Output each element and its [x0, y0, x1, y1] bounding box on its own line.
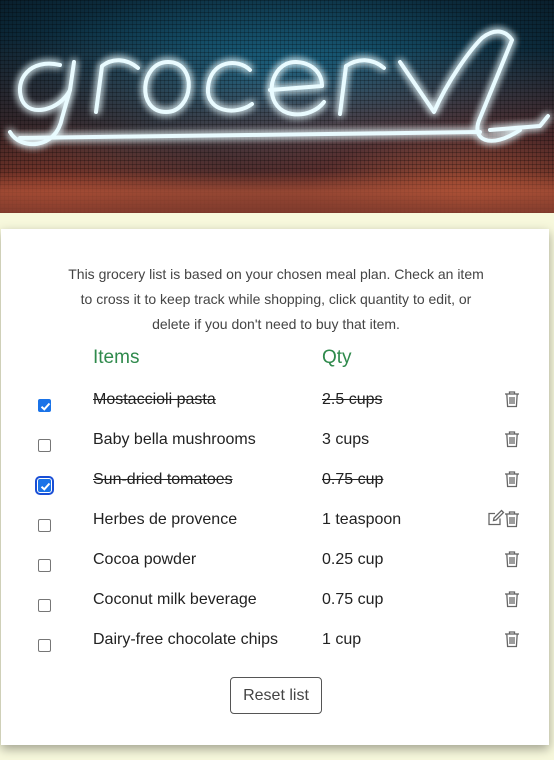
item-checkbox[interactable]	[38, 439, 51, 452]
item-checkbox[interactable]	[38, 399, 51, 412]
trash-icon[interactable]	[504, 390, 520, 408]
list-item: Dairy-free chocolate chips 1 cup	[1, 629, 549, 669]
trash-icon[interactable]	[504, 550, 520, 568]
item-checkbox[interactable]	[38, 559, 51, 572]
item-name: Sun-dried tomatoes	[93, 471, 233, 488]
trash-icon[interactable]	[504, 430, 520, 448]
hero-banner: grocery	[0, 0, 554, 213]
column-header-items: Items	[93, 347, 140, 368]
list-item: Baby bella mushrooms 3 cups	[1, 429, 549, 469]
item-name: Coconut milk beverage	[93, 591, 257, 608]
list-item: Mostaccioli pasta 2.5 cups	[1, 389, 549, 429]
edit-icon[interactable]	[487, 509, 505, 527]
intro-text: This grocery list is based on your chose…	[68, 266, 484, 332]
grocery-card: This grocery list is based on your chose…	[1, 229, 549, 745]
item-qty[interactable]: 0.25 cup	[322, 551, 383, 569]
neon-sign: grocery	[0, 0, 550, 147]
item-qty[interactable]: 0.75 cup	[322, 591, 383, 609]
item-qty[interactable]: 3 cups	[322, 431, 369, 449]
check-icon	[40, 402, 51, 411]
list-item: Cocoa powder 0.25 cup	[1, 549, 549, 589]
item-checkbox[interactable]	[38, 519, 51, 532]
item-name: Mostaccioli pasta	[93, 391, 216, 408]
trash-icon[interactable]	[504, 590, 520, 608]
item-name: Herbes de provence	[93, 511, 238, 528]
item-name: Cocoa powder	[93, 551, 197, 568]
item-name: Baby bella mushrooms	[93, 431, 256, 448]
list-item: Herbes de provence 1 teaspoon	[1, 509, 549, 549]
item-checkbox[interactable]	[38, 639, 51, 652]
trash-icon[interactable]	[504, 630, 520, 648]
reset-list-button[interactable]: Reset list	[230, 677, 322, 714]
item-qty[interactable]: 1 cup	[322, 631, 361, 649]
item-qty[interactable]: 0.75 cup	[322, 471, 383, 489]
list-item: Coconut milk beverage 0.75 cup	[1, 589, 549, 629]
neon-sign-text: grocery	[0, 0, 4, 1]
item-qty[interactable]: 1 teaspoon	[322, 511, 401, 529]
item-checkbox[interactable]	[35, 476, 54, 495]
item-checkbox[interactable]	[38, 599, 51, 612]
trash-icon[interactable]	[504, 470, 520, 488]
item-name: Dairy-free chocolate chips	[93, 631, 278, 648]
trash-icon[interactable]	[504, 510, 520, 528]
check-icon	[40, 482, 51, 491]
column-header-qty: Qty	[322, 347, 352, 368]
item-qty[interactable]: 2.5 cups	[322, 391, 382, 409]
list-item: Sun-dried tomatoes 0.75 cup	[1, 469, 549, 509]
